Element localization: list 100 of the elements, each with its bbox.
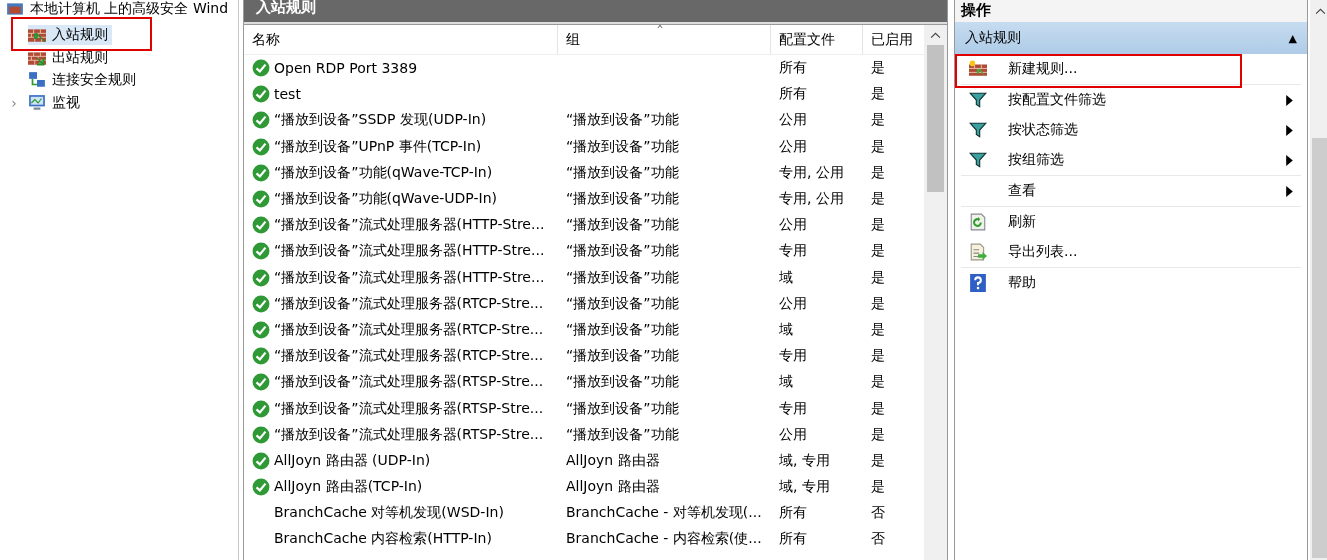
table-cell: BranchCache - 对等机发现(...: [566, 504, 762, 523]
scrollbar[interactable]: [924, 25, 947, 560]
table-cell: 专用: [779, 399, 807, 418]
table-cell: “播放到设备”功能: [566, 216, 679, 235]
table-cell: 是: [871, 190, 885, 209]
table-cell: AllJoyn 路由器: [566, 451, 660, 470]
firewall-icon: [6, 0, 24, 18]
scrollbar-thumb[interactable]: [927, 45, 944, 192]
table-cell: BranchCache - 内容检索(使...: [566, 530, 762, 549]
table-cell: 所有: [779, 85, 807, 104]
scrollbar[interactable]: [1310, 0, 1327, 560]
table-cell: 是: [871, 216, 885, 235]
table-cell: 公用: [779, 425, 807, 444]
section-header[interactable]: 入站规则 ▲: [955, 22, 1307, 54]
tree-item[interactable]: 出站规则: [28, 47, 112, 68]
scroll-up-icon[interactable]: [1315, 8, 1326, 15]
table-cell: 是: [871, 85, 885, 104]
table-cell: 公用: [779, 111, 807, 130]
table-cell: 是: [871, 425, 885, 444]
panel-title: 入站规则: [244, 0, 947, 24]
tree-item[interactable]: 连接安全规则: [28, 70, 140, 91]
table-cell: AllJoyn 路由器(TCP-In): [274, 478, 423, 497]
table-cell: 所有: [779, 530, 807, 549]
scrollbar-thumb[interactable]: [1312, 138, 1327, 558]
table-cell: test: [274, 86, 301, 103]
table-cell: 是: [871, 111, 885, 130]
table-cell: “播放到设备”流式处理服务器(RTSP-Stre...: [274, 425, 544, 444]
table-cell: 专用, 公用: [779, 163, 844, 182]
table-cell: “播放到设备”功能: [566, 190, 679, 209]
table-cell: “播放到设备”流式处理服务器(RTSP-Stre...: [274, 399, 544, 418]
expander-icon[interactable]: ›: [11, 95, 17, 112]
table-cell: 是: [871, 451, 885, 470]
table-cell: “播放到设备”功能: [566, 399, 679, 418]
table-cell: “播放到设备”流式处理服务器(HTTP-Stre...: [274, 216, 545, 235]
table-cell: 专用, 公用: [779, 190, 844, 209]
table-cell: 域, 专用: [779, 451, 830, 470]
action-item[interactable]: 帮助: [961, 268, 1301, 298]
sort-indicator: ˆ: [656, 26, 664, 40]
table-cell: “播放到设备”流式处理服务器(RTCP-Stre...: [274, 294, 544, 313]
action-item[interactable]: 刷新: [961, 207, 1301, 237]
table-cell: 否: [871, 504, 885, 523]
help-icon: [969, 274, 987, 292]
table-cell: “播放到设备”功能: [566, 425, 679, 444]
table-cell: 域: [779, 373, 793, 392]
table-cell: 是: [871, 59, 885, 78]
brick-wall-icon: [28, 26, 46, 45]
collapse-icon[interactable]: ▲: [1288, 31, 1297, 45]
refresh-icon: [969, 213, 987, 231]
filter-icon: [969, 91, 987, 109]
table-cell: 公用: [779, 137, 807, 156]
table-cell: 是: [871, 163, 885, 182]
table-cell: “播放到设备”功能: [566, 294, 679, 313]
table-cell: “播放到设备”功能: [566, 137, 679, 156]
table-cell: 所有: [779, 59, 807, 78]
action-item[interactable]: 查看: [961, 176, 1301, 206]
table-cell: 是: [871, 373, 885, 392]
table-cell: 是: [871, 347, 885, 366]
table-cell: “播放到设备”流式处理服务器(RTCP-Stre...: [274, 320, 544, 339]
monitor-icon: [28, 94, 46, 113]
table-cell: 是: [871, 137, 885, 156]
table-cell: 公用: [779, 294, 807, 313]
table-cell: “播放到设备”UPnP 事件(TCP-In): [274, 137, 482, 156]
table-cell: “播放到设备”功能: [566, 163, 679, 182]
column-header[interactable]: 配置文件: [771, 25, 863, 54]
table-cell: 域: [779, 268, 793, 287]
action-item[interactable]: 按组筛选: [961, 145, 1301, 175]
table-cell: 是: [871, 294, 885, 313]
action-item[interactable]: 按状态筛选: [961, 115, 1301, 145]
table-cell: 专用: [779, 242, 807, 261]
action-item[interactable]: 新建规则...: [961, 54, 1301, 84]
table-cell: “播放到设备”流式处理服务器(RTCP-Stre...: [274, 347, 544, 366]
filter-icon: [969, 121, 987, 139]
tree-item[interactable]: 入站规则: [28, 25, 112, 46]
table-cell: “播放到设备”流式处理服务器(HTTP-Stre...: [274, 242, 545, 261]
table-cell: Open RDP Port 3389: [274, 60, 418, 77]
table-cell: “播放到设备”功能: [566, 347, 679, 366]
table-cell: “播放到设备”流式处理服务器(RTSP-Stre...: [274, 373, 544, 392]
table-cell: 域: [779, 320, 793, 339]
table-cell: “播放到设备”SSDP 发现(UDP-In): [274, 111, 487, 130]
column-header[interactable]: 已启用: [863, 25, 921, 54]
table-cell: BranchCache 对等机发现(WSD-In): [274, 504, 504, 523]
table-cell: 是: [871, 242, 885, 261]
tree-item[interactable]: 监视: [28, 93, 84, 114]
table-cell: 域, 专用: [779, 478, 830, 497]
tree-root-label[interactable]: 本地计算机 上的高级安全 Wind: [30, 0, 229, 18]
table-cell: BranchCache 内容检索(HTTP-In): [274, 530, 492, 549]
table-cell: 公用: [779, 216, 807, 235]
column-header[interactable]: 组 ˆ: [558, 25, 771, 54]
export-icon: [969, 243, 987, 261]
table-cell: 是: [871, 320, 885, 339]
table-cell: 否: [871, 530, 885, 549]
table-cell: AllJoyn 路由器: [566, 478, 660, 497]
column-header[interactable]: 名称: [244, 25, 558, 54]
table-cell: “播放到设备”功能(qWave-TCP-In): [274, 163, 493, 182]
action-item[interactable]: 按配置文件筛选: [961, 85, 1301, 115]
action-item[interactable]: 导出列表...: [961, 237, 1301, 267]
table-cell: 专用: [779, 347, 807, 366]
table-cell: “播放到设备”功能: [566, 111, 679, 130]
panel-title: 操作: [955, 0, 1307, 22]
scroll-up-icon[interactable]: [930, 32, 941, 39]
